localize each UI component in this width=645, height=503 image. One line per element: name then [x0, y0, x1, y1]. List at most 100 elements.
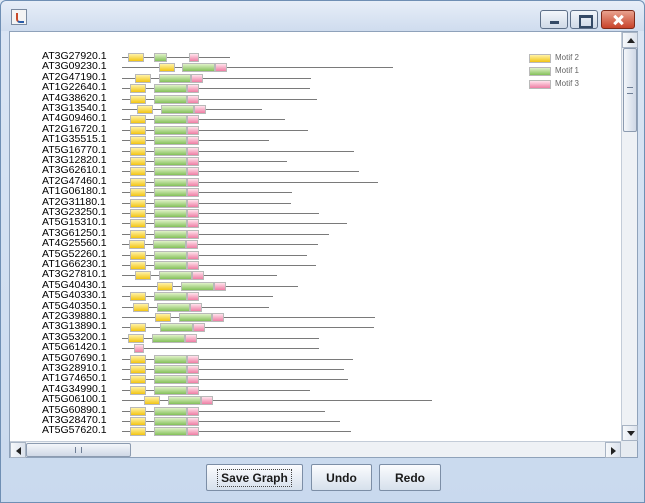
motif-1-box: [159, 73, 191, 83]
motif-3-box: [187, 354, 199, 364]
scroll-left-button[interactable]: [10, 442, 26, 458]
scroll-down-button[interactable]: [622, 425, 638, 441]
motif-2-box: [130, 250, 146, 260]
arrow-up-icon: [627, 38, 635, 43]
motif-3-box: [187, 177, 199, 187]
app-window: Motif 2 Motif 1 Motif 3 AT3G27920.1 AT3G092…: [0, 0, 645, 503]
motif-1-box: [154, 53, 167, 62]
motif-2-box: [137, 105, 153, 114]
motif-2-box: [130, 354, 146, 364]
gene-line: [122, 348, 319, 350]
motif-1-box: [154, 417, 187, 426]
button-bar: Save Graph Undo Redo: [1, 459, 644, 503]
motif-3-box: [214, 281, 226, 291]
gene-line: [122, 265, 316, 266]
motif-1-box: [181, 281, 214, 291]
motif-1-box: [153, 240, 186, 250]
vertical-scrollbar[interactable]: [621, 32, 638, 441]
motif-3-box: [187, 219, 199, 229]
vertical-scroll-thumb[interactable]: [623, 48, 637, 132]
motif-graph-canvas: Motif 2 Motif 1 Motif 3 AT3G27920.1 AT3G092…: [10, 32, 621, 441]
gene-line: [122, 254, 307, 256]
motif-2-box: [130, 417, 146, 426]
motif-1-box: [154, 406, 187, 416]
motif-2-box: [129, 240, 145, 250]
motif-1-box: [154, 250, 187, 260]
gene-line: [122, 88, 310, 90]
motif-1-box: [159, 271, 192, 281]
horizontal-scroll-thumb[interactable]: [26, 443, 131, 457]
gene-line: [122, 213, 319, 214]
motif-1-box: [157, 302, 190, 312]
close-button[interactable]: [601, 10, 635, 29]
motif-2-box: [144, 396, 160, 406]
save-graph-button[interactable]: Save Graph: [206, 464, 303, 491]
title-bar[interactable]: [1, 1, 644, 31]
motif-1-box: [182, 63, 215, 73]
motif-2-box: [157, 281, 173, 291]
horizontal-scrollbar[interactable]: [10, 441, 621, 458]
motif-3-box: [187, 115, 199, 125]
scroll-up-button[interactable]: [622, 32, 638, 48]
motif-1-box: [154, 427, 187, 437]
undo-button[interactable]: Undo: [311, 464, 372, 491]
graph-scroll-pane: Motif 2 Motif 1 Motif 3 AT3G27920.1 AT3G092…: [9, 31, 638, 458]
motif-1-box: [154, 84, 187, 94]
motif-1-box: [154, 375, 187, 385]
java-app-icon[interactable]: [11, 9, 27, 25]
motif-2-box: [135, 271, 151, 281]
save-graph-label: Save Graph: [217, 468, 292, 487]
motif-2-box: [130, 146, 146, 156]
scroll-right-button[interactable]: [605, 442, 621, 458]
motif-3-box: [212, 313, 224, 322]
motif-2-box: [130, 115, 146, 125]
motif-3-box: [187, 84, 199, 94]
arrow-down-icon: [627, 431, 635, 436]
redo-button[interactable]: Redo: [379, 464, 441, 491]
motif-3-box: [187, 94, 199, 104]
motif-3-box: [192, 271, 204, 281]
motif-1-box: [154, 125, 187, 135]
motif-3-box: [187, 417, 199, 426]
motif-3-box: [187, 427, 199, 437]
motif-2-box: [135, 73, 151, 83]
maximize-button[interactable]: [570, 10, 598, 29]
motif-1-box: [154, 385, 187, 395]
motif-1-box: [154, 365, 187, 374]
motif-3-box: [190, 302, 202, 312]
motif-2-box: [130, 167, 146, 177]
motif-1-box: [154, 157, 187, 166]
motif-3-box: [187, 261, 199, 270]
motif-3-box: [187, 157, 199, 166]
motif-2-box: [130, 84, 146, 94]
motif-1-box: [154, 136, 187, 146]
gene-line: [122, 192, 292, 194]
gene-line: [122, 410, 325, 412]
motif-2-box: [130, 229, 146, 239]
motif-1-box: [161, 105, 194, 114]
arrow-left-icon: [16, 447, 21, 455]
motif-2-box: [130, 157, 146, 166]
motif-2-box: [155, 313, 171, 322]
motif-3-box: [187, 365, 199, 374]
motif-1-box: [154, 209, 187, 218]
motif-1-box: [154, 219, 187, 229]
motif-2-box: [128, 53, 144, 62]
motif-2-box: [130, 375, 146, 385]
motif-3-box: [187, 198, 199, 208]
motif-3-box: [187, 385, 199, 395]
motif-2-box: [130, 125, 146, 135]
motif-3-box: [187, 292, 199, 302]
motif-2-box: [130, 427, 146, 437]
motif-3-box: [187, 250, 199, 260]
gene-row: AT5G57620.1: [10, 424, 610, 437]
motif-3-box: [191, 73, 203, 83]
motif-1-box: [154, 188, 187, 198]
gene-label: AT5G57620.1: [42, 424, 107, 437]
motif-2-box: [133, 302, 149, 312]
gene-line: [122, 389, 310, 391]
motif-2-box: [130, 365, 146, 374]
motif-1-box: [154, 146, 187, 156]
gene-line: [122, 98, 317, 100]
minimize-button[interactable]: [540, 10, 568, 29]
